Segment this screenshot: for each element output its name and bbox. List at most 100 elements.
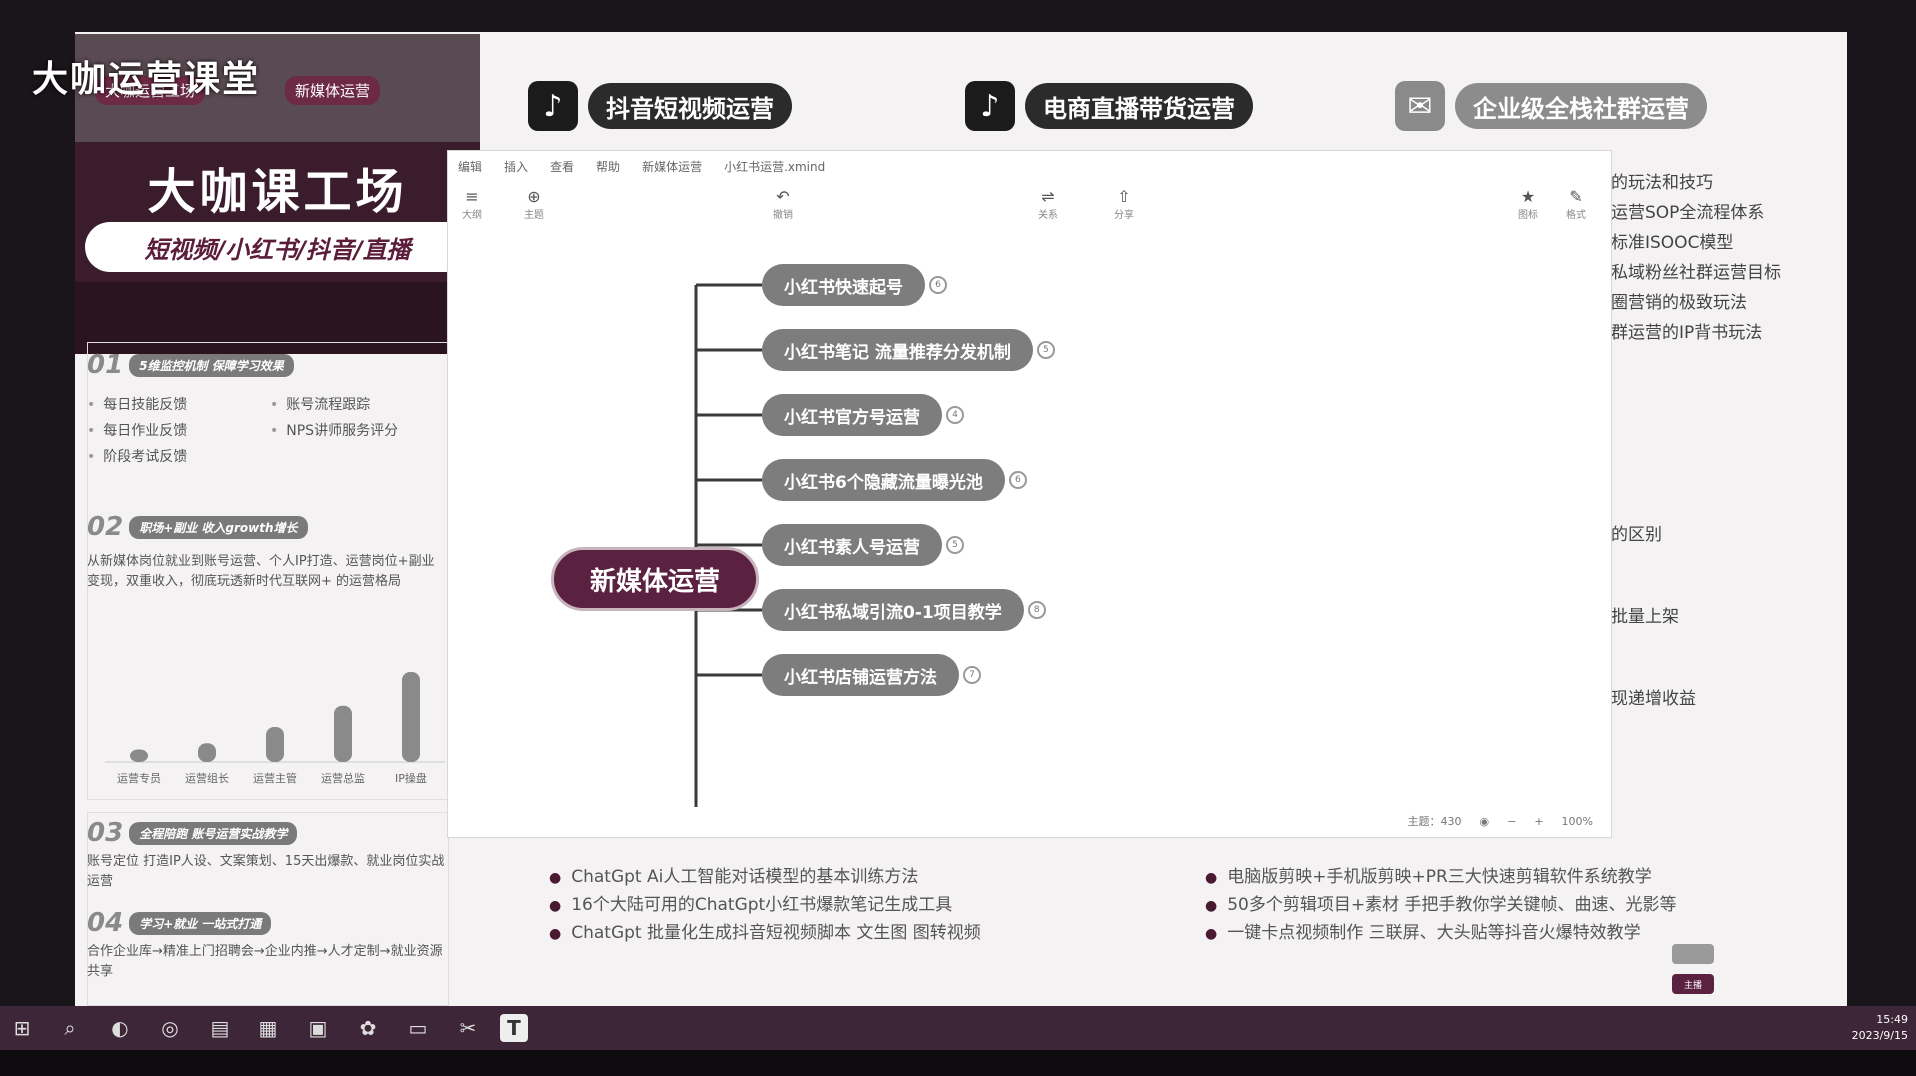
image-icon[interactable]: ▣ xyxy=(304,1014,332,1042)
topic-icon: ⊕ xyxy=(527,187,541,206)
collapse-count[interactable]: 8 xyxy=(1027,601,1046,619)
share-label: 分享 xyxy=(1114,210,1134,221)
share-icon: ⇧ xyxy=(1117,187,1131,206)
format-button[interactable]: ✎ 格式 xyxy=(1566,187,1586,221)
collapse-count[interactable]: 4 xyxy=(946,406,964,424)
collapse-count[interactable]: 5 xyxy=(1036,341,1055,359)
relation-icon: ⇌ xyxy=(1041,187,1055,206)
tiktok-icon: ♪ xyxy=(528,81,578,131)
file-icon[interactable]: ▦ xyxy=(254,1014,282,1042)
branch-topic[interactable]: 小红书6个隐藏流量曝光池 6 xyxy=(762,457,1027,503)
branch-topic[interactable]: 小红书笔记 流量推荐分发机制 5 xyxy=(762,327,1055,373)
section-tag: 全程陪跑 账号运营实战教学 xyxy=(129,821,298,845)
outline-label: 大纲 xyxy=(462,210,482,221)
xmind-window: 编辑 插入 查看 帮助 新媒体运营 小红书运营.xmind ≡ 大纲 ⊕ 主题 ↶ 撤… xyxy=(447,150,1612,838)
video-mini-label-right: 新媒体运营 xyxy=(285,76,381,105)
branch-topic[interactable]: 小红书私域引流0-1项目教学 8 xyxy=(762,587,1046,633)
windows-icon[interactable]: ⊞ xyxy=(8,1014,36,1042)
folder-icon[interactable]: ▤ xyxy=(206,1014,234,1042)
desktop: 大咖运营课堂 ♪ 抖音短视频运营 ♪ 电商直播带货运营 ✉ 企业级全栈社群运营 … xyxy=(0,0,1916,1076)
list-item: 批量上架 xyxy=(1611,607,1679,627)
badge xyxy=(1672,944,1714,964)
menu-insert[interactable]: 插入 xyxy=(504,158,528,175)
pill-douyin: ♪ 抖音短视频运营 xyxy=(528,80,792,132)
list-item: 群运营的IP背书玩法 xyxy=(1611,323,1763,343)
branch-label: 小红书快速起号 xyxy=(762,264,925,306)
branch-topic[interactable]: 小红书店铺运营方法 7 xyxy=(762,652,981,698)
section-number: 02 xyxy=(87,512,124,542)
zoom-level[interactable]: 100% xyxy=(1562,815,1593,828)
search-icon[interactable]: ⌕ xyxy=(56,1014,84,1042)
edge-icon[interactable]: ◐ xyxy=(106,1014,134,1042)
branch-topic[interactable]: 小红书素人号运营 5 xyxy=(762,522,964,568)
collapse-count[interactable]: 7 xyxy=(963,666,981,684)
chart-tick-label: 运营专员 xyxy=(117,771,161,785)
app-icon[interactable]: ✿ xyxy=(354,1014,382,1042)
zoom-in-icon[interactable]: + xyxy=(1534,815,1543,828)
relation-button[interactable]: ⇌ 关系 xyxy=(1038,187,1058,221)
chart-bar xyxy=(334,705,352,762)
branch-topic[interactable]: 小红书官方号运营 4 xyxy=(762,392,964,438)
tool-icon[interactable]: ✂ xyxy=(454,1014,482,1042)
xmind-toolbar: ≡ 大纲 ⊕ 主题 ↶ 撤销 ⇌ 关系 ⇧ 分享 ★ 图标 ✎ 格式 xyxy=(448,181,1611,227)
section-number: 01 xyxy=(87,350,124,380)
branch-topic[interactable]: 小红书快速起号 6 xyxy=(762,262,947,308)
growth-bar-chart: 运营专员 运营组长 运营主管 运营总监 IP操盘 xyxy=(105,672,445,785)
section-text: 账号定位 打造IP人设、文案策划、15天出爆款、就业岗位实战运营 xyxy=(87,854,445,889)
chart-tick-label: 运营主管 xyxy=(253,771,297,785)
format-label: 格式 xyxy=(1566,210,1586,221)
collapse-count[interactable]: 5 xyxy=(946,536,964,554)
screen-bottom-border xyxy=(0,1050,1916,1076)
section-number: 03 xyxy=(87,818,124,848)
list-item: 标准ISOOC模型 xyxy=(1611,233,1734,253)
list-item: 运营SOP全流程体系 xyxy=(1611,203,1765,223)
section-tag: 学习+就业 一站式打通 xyxy=(129,911,272,935)
menu-tab-new-media[interactable]: 新媒体运营 xyxy=(642,158,702,175)
icon-label: 图标 xyxy=(1518,210,1538,221)
icon-button[interactable]: ★ 图标 xyxy=(1518,187,1538,221)
chart-tick-label: 运营总监 xyxy=(321,771,365,785)
outline-button[interactable]: ≡ 大纲 xyxy=(462,187,482,221)
menu-view[interactable]: 查看 xyxy=(550,158,574,175)
section-text: 从新媒体岗位就业到账号运营、个人IP打造、运营岗位+副业变现，双重收入，彻底玩透… xyxy=(87,554,435,589)
undo-button[interactable]: ↶ 撤销 xyxy=(773,187,793,221)
mindmap-canvas[interactable]: 新媒体运营 小红书快速起号 6 小红书笔记 流量推荐分发机制 5 小红书官方号运营 4… xyxy=(448,227,1611,807)
pill-ecommerce: ♪ 电商直播带货运营 xyxy=(965,80,1253,132)
chart-bar xyxy=(266,727,284,762)
topic-label: 主题 xyxy=(524,210,544,221)
eye-icon[interactable]: ◉ xyxy=(1480,815,1490,828)
list-item: 每日作业反馈 xyxy=(87,420,264,440)
zoom-out-icon[interactable]: − xyxy=(1507,815,1516,828)
topic-count: 主题：430 xyxy=(1407,815,1462,828)
video-icon[interactable]: ▭ xyxy=(404,1014,432,1042)
list-item: 阶段考试反馈 xyxy=(87,446,264,466)
outline-icon: ≡ xyxy=(465,187,479,206)
share-button[interactable]: ⇧ 分享 xyxy=(1114,187,1134,221)
feature-item: ChatGpt 批量化生成抖音短视频脚本 文生图 图转视频 xyxy=(549,918,981,943)
menu-bar: 编辑 插入 查看 帮助 新媒体运营 小红书运营.xmind xyxy=(448,151,1611,181)
list-item: 账号流程跟踪 xyxy=(270,394,447,414)
chart-tick-label: IP操盘 xyxy=(395,771,427,785)
collapse-count[interactable]: 6 xyxy=(929,276,947,294)
list-item: 的玩法和技巧 xyxy=(1611,173,1713,193)
menu-edit[interactable]: 编辑 xyxy=(458,158,482,175)
menu-help[interactable]: 帮助 xyxy=(596,158,620,175)
list-item: 现递增收益 xyxy=(1611,689,1696,709)
chart-bar xyxy=(402,672,420,762)
list-item: 每日技能反馈 xyxy=(87,394,264,414)
tiktok-icon: ♪ xyxy=(965,81,1015,131)
branch-label: 小红书6个隐藏流量曝光池 xyxy=(762,459,1005,501)
mindmap-connectors xyxy=(694,283,762,807)
system-clock[interactable]: 15:49 2023/9/15 xyxy=(1852,1012,1908,1044)
branch-label: 小红书官方号运营 xyxy=(762,394,942,436)
section-tag: 5维监控机制 保障学习效果 xyxy=(129,353,294,377)
collapse-count[interactable]: 6 xyxy=(1008,471,1027,489)
chart-bar xyxy=(198,743,216,762)
root-topic[interactable]: 新媒体运营 xyxy=(551,547,759,611)
topic-button[interactable]: ⊕ 主题 xyxy=(524,187,544,221)
shared-screen: ♪ 抖音短视频运营 ♪ 电商直播带货运营 ✉ 企业级全栈社群运营 大咖运营工场 … xyxy=(75,32,1847,1006)
browser-icon[interactable]: ◎ xyxy=(156,1014,184,1042)
relation-label: 关系 xyxy=(1038,210,1058,221)
windows-taskbar: ⊞ ⌕ ◐ ◎ ▤ ▦ ▣ ✿ ▭ ✂ T 15:49 2023/9/15 xyxy=(0,1006,1916,1050)
text-icon[interactable]: T xyxy=(500,1014,528,1042)
